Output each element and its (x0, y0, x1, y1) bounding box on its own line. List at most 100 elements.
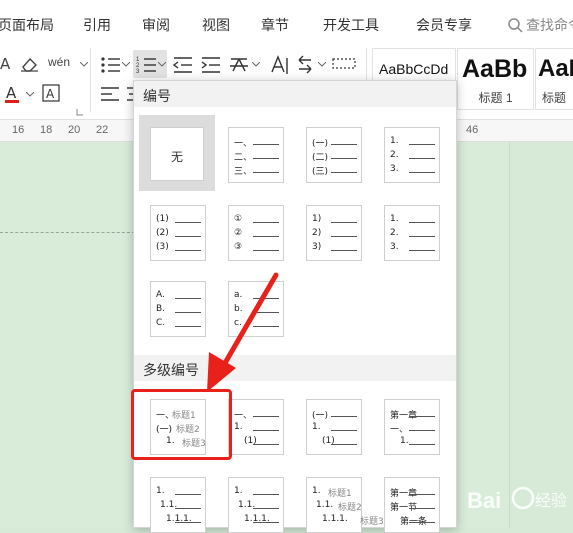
numbering-row: A. (156, 290, 201, 302)
numbering-label: 1. (400, 436, 409, 446)
placeholder-line (331, 172, 357, 173)
multilevel-numbering-cell[interactable]: 1. 1.1. 1.1.1. (150, 477, 206, 533)
multilevel-numbering-cell[interactable]: 第一章一、 1. (384, 399, 440, 455)
placeholder-line (175, 250, 201, 251)
numbering-style-cell[interactable]: ① ② ③ (228, 205, 284, 261)
numbering-row: 第一条 (390, 516, 435, 527)
clear-format-icon[interactable] (20, 56, 40, 72)
tab-developer[interactable]: 开发工具 (323, 15, 379, 35)
numbering-label: 1. (390, 136, 399, 146)
sort-icon[interactable] (296, 54, 318, 76)
svg-text:Bai: Bai (467, 488, 501, 513)
tab-view[interactable]: 视图 (202, 15, 230, 35)
multilevel-numbering-cell[interactable]: 1. 1.1. 1.1.1. (228, 477, 284, 533)
numbering-row: 3. (390, 164, 435, 176)
numbering-row: 二、 (234, 152, 279, 163)
placeholder-line (253, 444, 279, 445)
svg-text:经验: 经验 (535, 491, 567, 510)
decrease-indent-icon[interactable] (172, 55, 194, 75)
numbering-style-cell[interactable]: 1) 2) 3) (306, 205, 362, 261)
svg-text:A: A (0, 56, 11, 72)
tab-chapter[interactable]: 章节 (261, 15, 289, 35)
numbering-style-cell[interactable]: 1. 2. 3. (384, 127, 440, 183)
numbering-label: (三) (312, 167, 329, 177)
numbering-row: (2) (156, 228, 201, 240)
placeholder-line (409, 172, 435, 173)
numbering-row: 1. 标题1 (312, 486, 357, 499)
style-heading[interactable]: AaE 标题 (535, 48, 573, 110)
style-sample: AaBbCcDd (379, 61, 449, 77)
show-hide-marks-icon[interactable] (332, 56, 356, 72)
numbering-label: 第一条 (400, 517, 428, 527)
numbering-dropdown: 编号 无 多级编号 一、 二、 三、 (一) (二) (三) 1. 2. 3. (1) (2) (3)… (133, 80, 457, 533)
numbering-row: 第一章 (390, 410, 435, 421)
placeholder-line (331, 158, 357, 159)
numbering-style-cell[interactable]: 一、 二、 三、 (228, 127, 284, 183)
chevron-down-icon[interactable] (122, 62, 130, 68)
numbering-label: (2) (156, 228, 169, 238)
italic-a-icon[interactable]: A (0, 56, 12, 72)
chevron-down-icon[interactable] (158, 62, 166, 68)
chevron-down-icon[interactable] (26, 92, 34, 98)
heading-label: 标题1 (328, 489, 352, 499)
tab-member[interactable]: 会员专享 (416, 15, 472, 35)
pinyin-guide-button[interactable]: wén (48, 55, 70, 69)
chevron-down-icon[interactable] (80, 62, 88, 68)
placeholder-line (331, 144, 357, 145)
numbering-style-cell[interactable]: (一) (二) (三) (306, 127, 362, 183)
numbering-label: ① (234, 214, 243, 224)
numbering-style-cell[interactable]: a. b. c. (228, 281, 284, 337)
multilevel-numbering-cell[interactable]: 第一章 第一节 第一条 (384, 477, 440, 533)
placeholder-line (175, 326, 201, 327)
placeholder-line (409, 144, 435, 145)
placeholder-line (253, 158, 279, 159)
placeholder-line (175, 312, 201, 313)
style-heading-1[interactable]: AaBb 标题 1 (457, 48, 534, 110)
chevron-down-icon[interactable] (252, 62, 260, 68)
chinese-layout-icon[interactable] (228, 54, 250, 76)
ruler-number: 20 (68, 124, 81, 136)
char-border-icon[interactable]: A (42, 84, 60, 102)
numbered-list-icon[interactable]: 123 (136, 55, 158, 75)
numbering-row: (3) (156, 242, 201, 254)
numbering-row: 1. (234, 486, 279, 498)
placeholder-line (175, 236, 201, 237)
placeholder-line (175, 522, 201, 523)
placeholder-line (409, 494, 435, 495)
numbering-row: 一、 (390, 424, 435, 435)
numbering-none-cell[interactable]: 无 (150, 127, 204, 181)
placeholder-line (253, 312, 279, 313)
chevron-down-icon[interactable] (318, 62, 326, 68)
numbering-row: 1. (156, 486, 201, 498)
numbering-row: ③ (234, 242, 279, 254)
placeholder-line (253, 508, 279, 509)
numbering-row: ② (234, 228, 279, 240)
search-command[interactable]: 查找命令 (508, 15, 573, 35)
numbering-style-cell[interactable]: 1. 2. 3. (384, 205, 440, 261)
placeholder-line (409, 222, 435, 223)
search-label: 查找命令 (526, 17, 573, 33)
numbering-style-cell[interactable]: A. B. C. (150, 281, 206, 337)
numbering-row: 1.1. 标题2 (312, 500, 362, 513)
tab-review[interactable]: 审阅 (142, 15, 170, 35)
numbering-label: B. (156, 304, 166, 314)
multilevel-numbering-cell[interactable]: (一) 1. (1) (306, 399, 362, 455)
numbering-label: (一) (312, 139, 329, 149)
increase-indent-icon[interactable] (200, 55, 222, 75)
font-color-icon[interactable]: A (5, 84, 21, 104)
numbering-row: 1. (390, 214, 435, 226)
tab-page-layout[interactable]: 页面布局 (0, 15, 54, 35)
multilevel-numbering-cell[interactable]: 1. 标题1 1.1. 标题2 1.1.1. 标题3 (306, 477, 384, 533)
dialog-launcher-icon[interactable] (76, 108, 84, 116)
multilevel-numbering-cell[interactable]: 一、 1. (1) (228, 399, 284, 455)
text-direction-icon[interactable] (268, 54, 290, 76)
numbering-label: ② (234, 228, 243, 238)
numbering-label: 第一章 (390, 489, 418, 499)
style-sample: AaE (538, 55, 573, 82)
placeholder-line (253, 494, 279, 495)
bullet-list-icon[interactable] (100, 55, 122, 75)
tab-references[interactable]: 引用 (83, 15, 111, 35)
numbering-style-cell[interactable]: (1) (2) (3) (150, 205, 206, 261)
numbering-row: 1.1. (156, 500, 201, 512)
align-left-icon[interactable] (100, 86, 120, 104)
